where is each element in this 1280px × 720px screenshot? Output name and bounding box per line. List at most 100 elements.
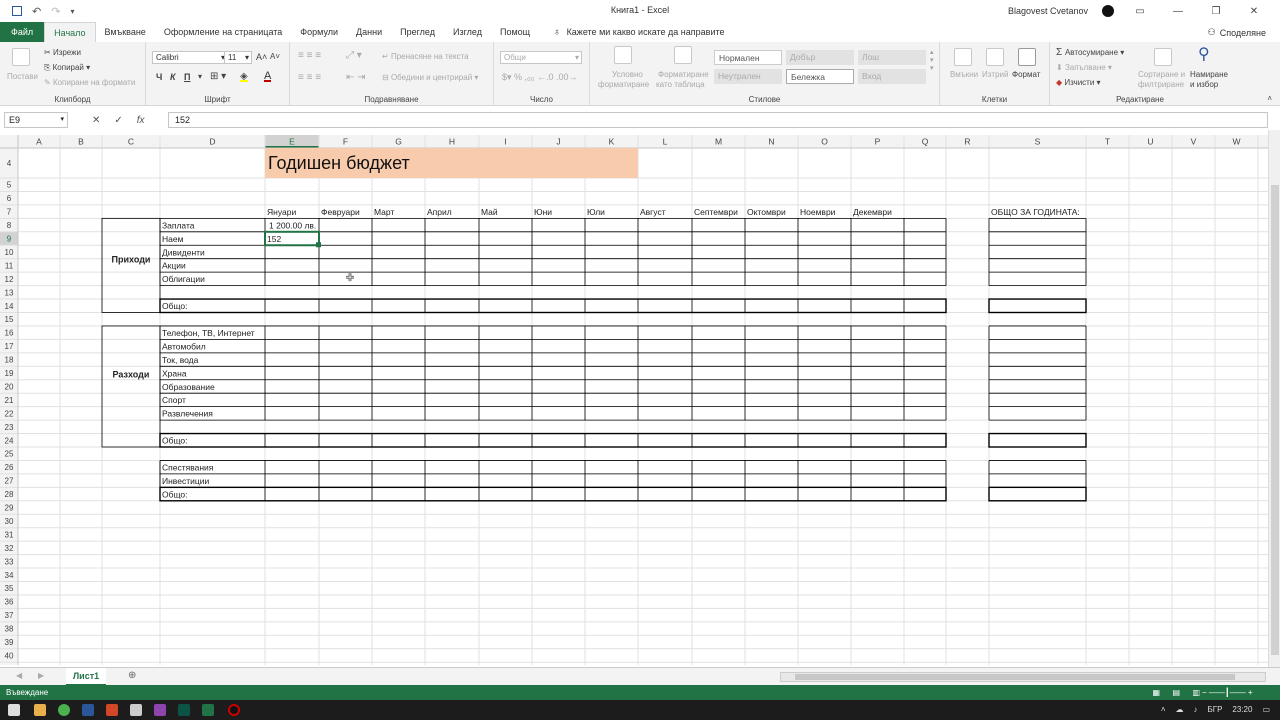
close-icon[interactable]: ✕ bbox=[1242, 6, 1266, 17]
word-icon[interactable] bbox=[82, 704, 94, 716]
prev-sheet-icon[interactable]: ◀ bbox=[16, 671, 22, 680]
format-painter-button[interactable]: ✎ Копиране на формати bbox=[44, 78, 135, 87]
add-sheet-icon[interactable]: ⊕ bbox=[128, 670, 136, 681]
column-header-N[interactable]: N bbox=[768, 137, 774, 147]
row-header-13[interactable]: 13 bbox=[5, 288, 14, 297]
font-color-icon[interactable]: A bbox=[264, 70, 272, 82]
restore-icon[interactable]: ❐ bbox=[1204, 6, 1228, 17]
tab-file[interactable]: Файл bbox=[0, 22, 45, 42]
customize-qat-icon[interactable]: ▾ bbox=[70, 7, 74, 16]
share-button[interactable]: ⚇ Споделяне bbox=[1208, 27, 1266, 38]
sort-filter-label2[interactable]: филтриране bbox=[1138, 80, 1184, 89]
row-header-38[interactable]: 38 bbox=[5, 625, 14, 634]
row-header-14[interactable]: 14 bbox=[5, 302, 14, 311]
column-header-Q[interactable]: Q bbox=[922, 137, 929, 147]
italic-button[interactable]: К bbox=[170, 72, 176, 82]
insert-function-icon[interactable]: fx bbox=[137, 115, 145, 126]
row-header-18[interactable]: 18 bbox=[5, 356, 14, 365]
row-header-29[interactable]: 29 bbox=[5, 504, 14, 513]
fill-handle[interactable] bbox=[316, 242, 321, 248]
fill-button[interactable]: ⬇ Запълване ▾ bbox=[1056, 63, 1112, 72]
align-left-icon[interactable]: ≡ ≡ ≡ bbox=[298, 72, 321, 83]
number-format-select[interactable]: Общи ▾ bbox=[500, 51, 582, 64]
insert-cells-button[interactable]: Вмъкни bbox=[950, 70, 978, 79]
notifications-icon[interactable]: ▭ bbox=[1262, 700, 1270, 720]
grow-font-icon[interactable]: A˄ bbox=[256, 52, 267, 62]
zoom-slider[interactable]: − ——┃—— + bbox=[1202, 685, 1272, 700]
insert-cells-icon[interactable] bbox=[954, 48, 972, 66]
column-header-A[interactable]: A bbox=[36, 137, 42, 147]
row-header-9[interactable]: 9 bbox=[7, 235, 12, 244]
format-cells-button[interactable]: Формат bbox=[1012, 70, 1040, 79]
format-as-table-icon[interactable] bbox=[674, 46, 692, 64]
row-header-35[interactable]: 35 bbox=[5, 584, 14, 593]
find-select-label2[interactable]: и избор bbox=[1190, 80, 1218, 89]
style-good[interactable]: Добър bbox=[786, 50, 854, 65]
merge-center-button[interactable]: ⊟ Обедини и центрирай ▾ bbox=[382, 73, 478, 82]
format-as-table-label2[interactable]: като таблица bbox=[656, 80, 705, 89]
app-icon[interactable] bbox=[130, 704, 142, 716]
avatar[interactable] bbox=[1102, 5, 1114, 17]
recorder-icon[interactable] bbox=[228, 704, 240, 716]
vertical-scrollbar[interactable] bbox=[1268, 130, 1280, 667]
sheet-grid[interactable]: A B C D E F G H I J K L M N O P Q R S T U V W 4 5 6 7 8 9 10 11 12 13 14 1… bbox=[0, 135, 1268, 665]
minimize-icon[interactable]: — bbox=[1166, 6, 1190, 17]
column-header-K[interactable]: K bbox=[609, 137, 615, 147]
style-normal[interactable]: Нормален bbox=[714, 50, 782, 65]
row-header-32[interactable]: 32 bbox=[5, 544, 14, 553]
delete-cells-icon[interactable] bbox=[986, 48, 1004, 66]
tab-review[interactable]: Преглед bbox=[391, 22, 444, 42]
lang-indicator[interactable]: БГР bbox=[1207, 700, 1222, 720]
column-header-J[interactable]: J bbox=[556, 137, 560, 147]
column-header-D[interactable]: D bbox=[209, 137, 215, 147]
delete-cells-button[interactable]: Изтрий bbox=[982, 70, 1008, 79]
row-header-34[interactable]: 34 bbox=[5, 571, 14, 580]
style-bad[interactable]: Лош bbox=[858, 50, 926, 65]
tab-data[interactable]: Данни bbox=[347, 22, 391, 42]
tab-home[interactable]: Начало bbox=[44, 22, 96, 42]
row-header-19[interactable]: 19 bbox=[5, 369, 14, 378]
font-name-select[interactable]: Calibri ▾ bbox=[152, 51, 228, 64]
row-header-7[interactable]: 7 bbox=[7, 208, 12, 217]
row-header-16[interactable]: 16 bbox=[5, 329, 14, 338]
style-note[interactable]: Бележка bbox=[786, 69, 854, 84]
row-header-25[interactable]: 25 bbox=[5, 450, 14, 459]
column-header-S[interactable]: S bbox=[1035, 137, 1041, 147]
row-header-31[interactable]: 31 bbox=[5, 530, 14, 539]
clock[interactable]: 23:20 bbox=[1232, 700, 1252, 720]
column-header-B[interactable]: B bbox=[78, 137, 84, 147]
conditional-format-icon[interactable] bbox=[614, 46, 632, 64]
save-icon[interactable] bbox=[12, 6, 22, 16]
indent-icon[interactable]: ⇤ ⇥ bbox=[346, 72, 366, 83]
column-header-O[interactable]: O bbox=[821, 137, 828, 147]
column-header-E[interactable]: E bbox=[289, 137, 295, 147]
column-header-T[interactable]: T bbox=[1105, 137, 1110, 147]
column-header-M[interactable]: M bbox=[715, 137, 722, 147]
horizontal-scrollbar[interactable] bbox=[780, 672, 1266, 682]
row-header-20[interactable]: 20 bbox=[5, 382, 14, 391]
row-header-11[interactable]: 11 bbox=[5, 261, 14, 270]
next-sheet-icon[interactable]: ▶ bbox=[38, 671, 44, 680]
row-header-8[interactable]: 8 bbox=[7, 221, 12, 230]
tab-insert[interactable]: Вмъкване bbox=[96, 22, 155, 42]
chrome-icon[interactable] bbox=[58, 704, 70, 716]
row-header-36[interactable]: 36 bbox=[5, 598, 14, 607]
underline-button[interactable]: П bbox=[184, 72, 190, 82]
column-header-W[interactable]: W bbox=[1232, 137, 1240, 147]
row-header-12[interactable]: 12 bbox=[5, 275, 14, 284]
style-neutral[interactable]: Неутрален bbox=[714, 69, 782, 84]
row-header-22[interactable]: 22 bbox=[5, 409, 14, 418]
wrap-text-button[interactable]: ↵ Пренасяне на текста bbox=[382, 52, 469, 61]
shrink-font-icon[interactable]: A˅ bbox=[270, 52, 280, 61]
row-header-33[interactable]: 33 bbox=[5, 557, 14, 566]
tab-view[interactable]: Изглед bbox=[444, 22, 491, 42]
column-header-U[interactable]: U bbox=[1147, 137, 1153, 147]
powerpoint-icon[interactable] bbox=[106, 704, 118, 716]
column-header-F[interactable]: F bbox=[343, 137, 348, 147]
tray-up-icon[interactable]: ˄ bbox=[1161, 700, 1166, 720]
column-header-P[interactable]: P bbox=[875, 137, 881, 147]
row-header-5[interactable]: 5 bbox=[7, 181, 12, 190]
horizontal-scroll-thumb[interactable] bbox=[795, 674, 1235, 680]
style-input[interactable]: Вход bbox=[858, 69, 926, 84]
view-pagebreak-icon[interactable]: ▥ bbox=[1192, 685, 1200, 700]
